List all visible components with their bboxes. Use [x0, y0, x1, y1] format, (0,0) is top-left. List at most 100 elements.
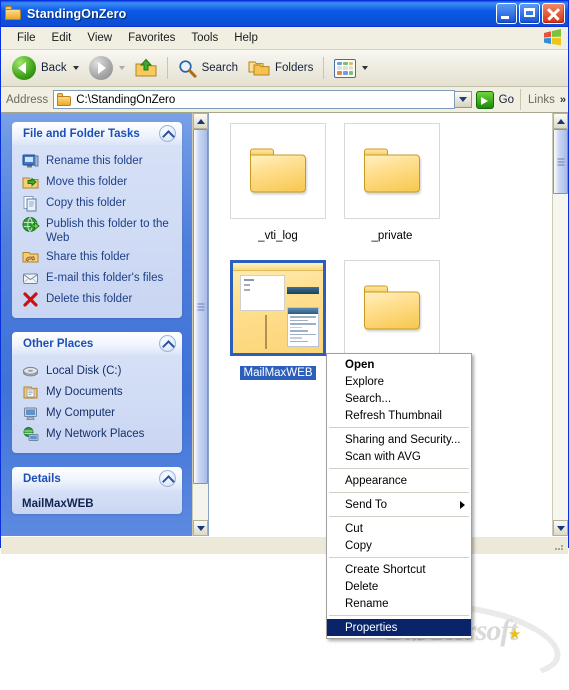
context-item-scan-with-avg[interactable]: Scan with AVG [327, 448, 471, 465]
window-controls [496, 3, 565, 24]
title-bar: StandingOnZero [1, 1, 568, 27]
address-label: Address [6, 93, 49, 106]
folder-icon [5, 6, 22, 21]
views-button[interactable] [329, 53, 373, 83]
task-rename-this-folder[interactable]: Rename this folder [18, 151, 176, 172]
scroll-down-button[interactable] [553, 520, 568, 536]
up-button[interactable] [130, 53, 162, 83]
toolbar-separator [323, 57, 325, 79]
folders-label: Folders [275, 62, 314, 74]
panel-title: Other Places [23, 337, 94, 350]
chevron-right-icon[interactable]: » [560, 94, 566, 106]
maximize-button[interactable] [519, 3, 540, 24]
folders-button[interactable]: Folders [243, 53, 318, 83]
file-label-selected: MailMaxWEB [221, 366, 335, 380]
green-arrow-icon [475, 90, 494, 109]
address-value: C:\StandingOnZero [76, 93, 176, 106]
task-share-this-folder[interactable]: Share this folder [18, 247, 176, 268]
task-email-this-folders-files[interactable]: E-mail this folder's files [18, 268, 176, 289]
panel-header[interactable]: Details [12, 467, 182, 490]
menu-help[interactable]: Help [226, 30, 266, 46]
address-bar: Address C:\StandingOnZero Go Links » [1, 87, 568, 113]
menu-tools[interactable]: Tools [183, 30, 226, 46]
menu-edit[interactable]: Edit [44, 30, 80, 46]
panel-title: Details [23, 472, 61, 485]
folder-icon [364, 285, 420, 331]
context-item-sharing-and-security[interactable]: Sharing and Security... [327, 431, 471, 448]
context-item-send-to[interactable]: Send To [327, 496, 471, 513]
links-button[interactable]: Links » [520, 89, 568, 110]
chevron-up-icon[interactable] [159, 125, 176, 142]
context-item-open[interactable]: Open [327, 356, 471, 373]
scroll-up-button[interactable] [553, 113, 568, 129]
scroll-up-button[interactable] [193, 113, 208, 129]
window-title: StandingOnZero [27, 6, 127, 21]
context-item-refresh-thumbnail[interactable]: Refresh Thumbnail [327, 407, 471, 424]
context-item-delete[interactable]: Delete [327, 578, 471, 595]
task-move-this-folder[interactable]: Move this folder [18, 172, 176, 193]
place-label: My Documents [46, 386, 123, 398]
scrollbar-thumb[interactable] [553, 129, 568, 194]
chevron-up-icon[interactable] [159, 335, 176, 352]
explorer-window: StandingOnZero File Edit View Favorites … [0, 0, 569, 639]
context-item-explore[interactable]: Explore [327, 373, 471, 390]
address-dropdown-button[interactable] [454, 91, 472, 108]
task-delete-this-folder[interactable]: Delete this folder [18, 289, 176, 310]
context-item-properties[interactable]: Properties [327, 619, 471, 636]
file-item-mailmaxweb[interactable]: MailMaxWEB [221, 260, 335, 397]
my-documents-icon [22, 384, 40, 401]
scrollbar-thumb[interactable] [193, 129, 208, 484]
copy-icon [22, 195, 40, 212]
file-label: _vti_log [258, 230, 298, 242]
context-menu[interactable]: Open Explore Search... Refresh Thumbnail… [326, 353, 472, 639]
folders-icon [248, 61, 270, 76]
context-item-appearance[interactable]: Appearance [327, 472, 471, 489]
rename-icon [22, 153, 40, 170]
context-item-search[interactable]: Search... [327, 390, 471, 407]
panel-header[interactable]: Other Places [12, 332, 182, 355]
folder-thumbnail-icon [233, 263, 323, 353]
chevron-down-icon[interactable] [362, 66, 369, 70]
place-my-network-places[interactable]: My Network Places [18, 424, 176, 445]
place-label: My Computer [46, 407, 116, 419]
place-local-disk-c[interactable]: Local Disk (C:) [18, 361, 176, 382]
menu-favorites[interactable]: Favorites [120, 30, 183, 46]
context-item-cut[interactable]: Cut [327, 520, 471, 537]
place-my-computer[interactable]: My Computer [18, 403, 176, 424]
close-button[interactable] [542, 3, 565, 24]
go-button[interactable]: Go [472, 90, 520, 109]
minimize-button[interactable] [496, 3, 517, 24]
menu-file[interactable]: File [9, 30, 44, 46]
panel-body: Rename this folder Move this folder Copy… [12, 145, 182, 318]
folder-icon [57, 93, 72, 106]
move-folder-icon [22, 174, 40, 191]
task-label: Publish this folder to the Web [46, 218, 169, 244]
search-button[interactable]: Search [173, 53, 243, 83]
back-label: Back [41, 62, 67, 74]
file-item-private[interactable]: _private [335, 123, 449, 260]
scroll-down-button[interactable] [193, 520, 208, 536]
context-item-rename[interactable]: Rename [327, 595, 471, 612]
share-folder-icon [22, 249, 40, 266]
panel-details: Details MailMaxWEB [12, 467, 182, 514]
menu-view[interactable]: View [79, 30, 120, 46]
context-item-create-shortcut[interactable]: Create Shortcut [327, 561, 471, 578]
resize-grip-icon[interactable] [552, 539, 566, 553]
panel-header[interactable]: File and Folder Tasks [12, 122, 182, 145]
context-item-copy[interactable]: Copy [327, 537, 471, 554]
chevron-up-icon[interactable] [159, 470, 176, 487]
search-label: Search [201, 62, 239, 74]
chevron-down-icon[interactable] [118, 66, 125, 70]
email-icon [22, 270, 40, 287]
back-button[interactable]: Back [7, 53, 84, 83]
file-item-vti-log[interactable]: _vti_log [221, 123, 335, 260]
forward-button[interactable] [84, 53, 130, 83]
task-publish-this-folder-to-the-web[interactable]: Publish this folder to the Web [18, 214, 176, 247]
windows-flag-icon [544, 29, 561, 46]
task-pane-scrollbar[interactable] [192, 113, 208, 536]
place-my-documents[interactable]: My Documents [18, 382, 176, 403]
address-input[interactable]: C:\StandingOnZero [53, 90, 455, 109]
chevron-down-icon[interactable] [72, 66, 79, 70]
task-copy-this-folder[interactable]: Copy this folder [18, 193, 176, 214]
file-list-scrollbar[interactable] [552, 113, 568, 536]
